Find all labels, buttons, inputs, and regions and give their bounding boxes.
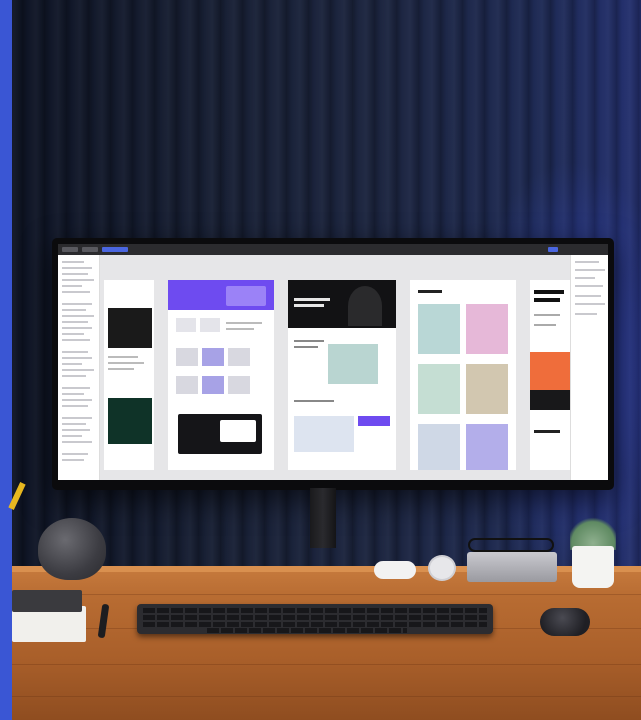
- tool-icon: [82, 247, 98, 252]
- plant-pot: [572, 546, 614, 588]
- clock-icon: [428, 555, 456, 581]
- artboard-purple-landing: [168, 280, 274, 470]
- ultrawide-monitor: [52, 238, 614, 490]
- menu-icon: [62, 247, 78, 252]
- properties-panel: [570, 255, 608, 480]
- mouse-icon: [540, 608, 590, 636]
- keyboard-icon: [137, 604, 493, 634]
- design-app-screen: [58, 244, 608, 480]
- artboard-contact: [530, 280, 570, 470]
- speaker-icon: [38, 518, 106, 580]
- wooden-desk: [12, 566, 641, 720]
- plant-icon: [570, 516, 616, 550]
- book-stack: [12, 588, 86, 642]
- artboard-projects: [410, 280, 516, 470]
- eyeglasses: [468, 538, 554, 552]
- artboard-portfolio: [104, 280, 154, 470]
- artboard-dark-hero: [288, 280, 396, 470]
- blue-edge-bar: [0, 0, 12, 720]
- layers-panel: [58, 255, 100, 480]
- app-toolbar: [58, 244, 608, 255]
- monitor-stand: [310, 488, 336, 548]
- mini-computer: [467, 552, 557, 582]
- active-tool-icon: [102, 247, 128, 252]
- earbuds-case: [374, 561, 416, 579]
- share-icon: [548, 247, 558, 252]
- desk-scene: [0, 0, 641, 720]
